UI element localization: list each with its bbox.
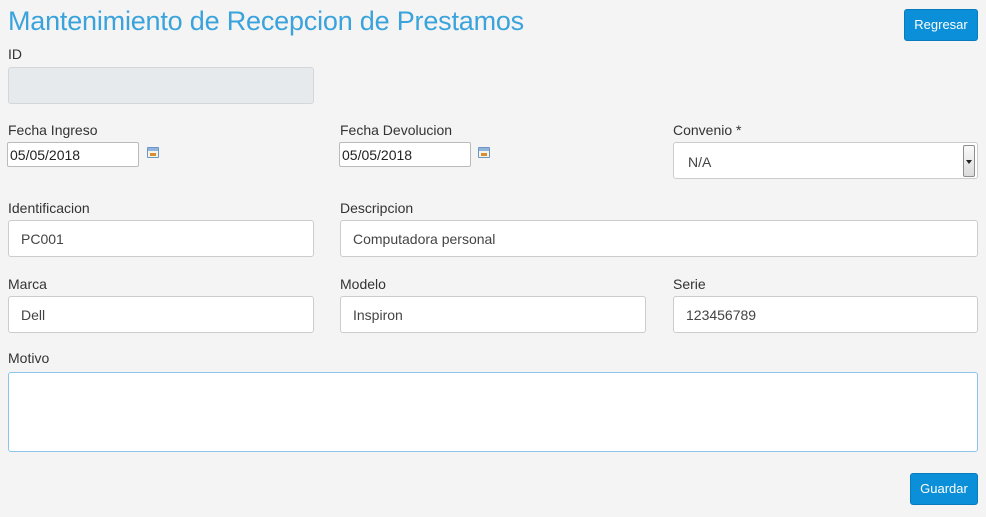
marca-label: Marca xyxy=(8,276,47,292)
descripcion-field[interactable] xyxy=(340,220,978,257)
marca-field[interactable] xyxy=(8,296,314,333)
convenio-selected-value: N/A xyxy=(688,154,712,170)
page-title: Mantenimiento de Recepcion de Prestamos xyxy=(8,6,524,36)
modelo-label: Modelo xyxy=(340,276,386,292)
back-button[interactable]: Regresar xyxy=(904,9,978,41)
motivo-label: Motivo xyxy=(8,350,50,366)
serie-field[interactable] xyxy=(673,296,978,333)
motivo-textarea[interactable] xyxy=(8,372,978,452)
chevron-down-icon[interactable] xyxy=(963,145,975,177)
identificacion-label: Identificacion xyxy=(8,200,90,216)
id-field[interactable] xyxy=(8,67,314,104)
descripcion-label: Descripcion xyxy=(340,200,414,216)
calendar-icon[interactable] xyxy=(478,147,490,158)
serie-label: Serie xyxy=(673,276,706,292)
fecha-ingreso-label: Fecha Ingreso xyxy=(8,122,98,138)
id-label: ID xyxy=(8,46,22,62)
fecha-ingreso-field[interactable] xyxy=(7,142,139,167)
fecha-devolucion-field[interactable] xyxy=(339,142,471,167)
calendar-icon[interactable] xyxy=(147,147,159,158)
modelo-field[interactable] xyxy=(340,296,646,333)
convenio-select[interactable]: N/A xyxy=(673,142,978,179)
fecha-devolucion-label: Fecha Devolucion xyxy=(340,122,453,138)
save-button[interactable]: Guardar xyxy=(910,473,978,505)
page: Mantenimiento de Recepcion de Prestamos … xyxy=(0,0,986,517)
convenio-label: Convenio * xyxy=(673,122,742,138)
identificacion-field[interactable] xyxy=(8,220,314,257)
